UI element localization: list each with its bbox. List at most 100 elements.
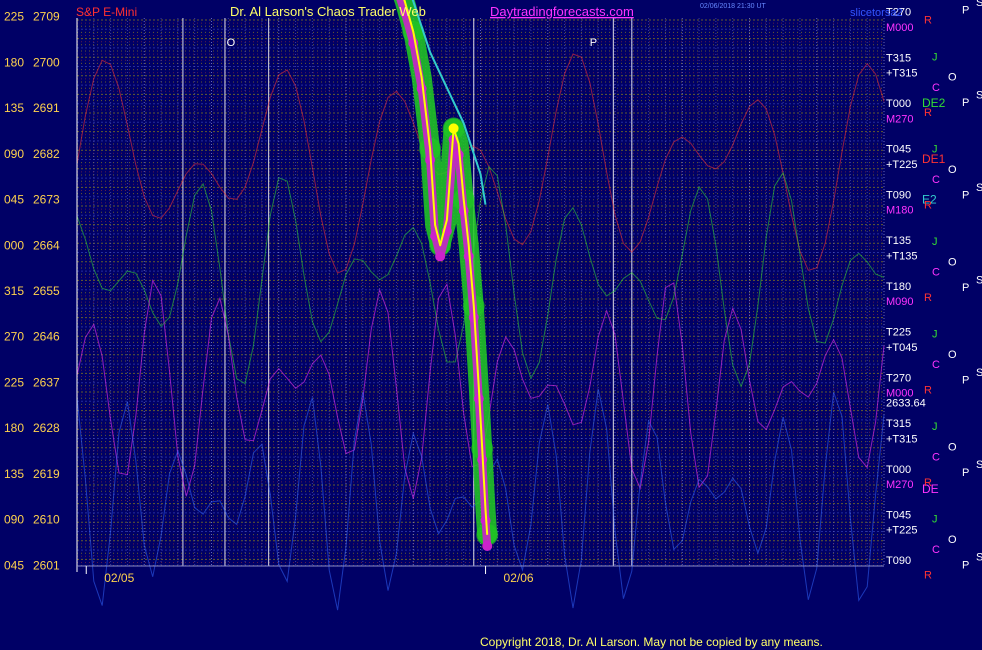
cycle-letter: P xyxy=(962,374,969,386)
right-level-label: T000 xyxy=(886,98,911,110)
y-tick-degree: 090 xyxy=(4,147,24,161)
right-level-label: M270 xyxy=(886,113,914,125)
y-tick-price: 2601 xyxy=(33,558,60,572)
cycle-letter: S xyxy=(976,459,982,471)
y-tick-price: 2619 xyxy=(33,467,60,481)
cycle-letter: P xyxy=(962,559,969,571)
chart-mark: O xyxy=(227,37,236,49)
update-timestamp: 02/06/2018 21:30 UT xyxy=(700,3,766,10)
cycle-letter: C xyxy=(932,0,940,1)
cycle-letter: C xyxy=(932,267,940,279)
right-level-label: +T225 xyxy=(886,159,918,171)
y-tick-price: 2646 xyxy=(33,330,60,344)
y-tick-price: 2610 xyxy=(33,513,60,527)
cycle-letter: O xyxy=(948,164,957,176)
cycle-letter: P xyxy=(962,467,969,479)
y-tick-price: 2682 xyxy=(33,147,60,161)
cycle-letter: O xyxy=(948,441,957,453)
cycle-letter: O xyxy=(948,257,957,269)
cycle-letter: O xyxy=(948,534,957,546)
cycle-letter: P xyxy=(962,189,969,201)
y-tick-degree: 225 xyxy=(4,10,24,24)
y-tick-price: 2655 xyxy=(33,284,60,298)
right-level-label: +T315 xyxy=(886,433,918,445)
cycle-letter: C xyxy=(932,174,940,186)
right-level-label: T045 xyxy=(886,510,911,522)
chart-tag: slicetorsa2 xyxy=(850,7,903,19)
price-pivot-dot xyxy=(448,123,459,134)
cycle-letter: R xyxy=(924,15,932,27)
cycle-letter: J xyxy=(932,421,938,433)
right-level-label: T225 xyxy=(886,327,911,339)
y-tick-degree: 180 xyxy=(4,55,24,69)
cycle-letter: O xyxy=(948,349,957,361)
cycle-letter: P xyxy=(962,97,969,109)
right-level-label: M000 xyxy=(886,22,914,34)
y-tick-degree: 090 xyxy=(4,513,24,527)
y-tick-price: 2673 xyxy=(33,193,60,207)
cycle-letter: S xyxy=(976,552,982,564)
cycle-letter: C xyxy=(932,82,940,94)
price-dot xyxy=(482,540,493,551)
right-level-label: T045 xyxy=(886,144,911,156)
right-level-label: T090 xyxy=(886,555,911,567)
cycle-letter: S xyxy=(976,89,982,101)
cycle-letter: J xyxy=(932,51,938,63)
cycle-letter: P xyxy=(962,5,969,17)
x-tick-label: 02/06 xyxy=(504,571,534,585)
site-link[interactable]: Daytradingforecasts.com xyxy=(490,4,634,19)
chart-header-title: Dr. Al Larson's Chaos Trader Web xyxy=(230,4,426,19)
cycle-letter: R xyxy=(924,569,932,581)
right-level-label: T315 xyxy=(886,52,911,64)
right-level-label: +T225 xyxy=(886,525,918,537)
right-level-label: T000 xyxy=(886,464,911,476)
chart-symbol: S&P E-Mini xyxy=(76,5,137,19)
y-tick-price: 2709 xyxy=(33,10,60,24)
cycle-letter: R xyxy=(924,477,932,489)
y-tick-degree: 045 xyxy=(4,558,24,572)
right-level-label: +T045 xyxy=(886,342,918,354)
right-level-label: T180 xyxy=(886,281,911,293)
y-tick-degree: 315 xyxy=(4,284,24,298)
y-tick-price: 2691 xyxy=(33,101,60,115)
y-tick-price: 2664 xyxy=(33,238,60,252)
cycle-letter: J xyxy=(932,144,938,156)
right-level-label: +T135 xyxy=(886,250,918,262)
cycle-letter: J xyxy=(932,329,938,341)
right-level-label: T270 xyxy=(886,372,911,384)
right-level-label: T090 xyxy=(886,189,911,201)
cycle-letter: R xyxy=(924,292,932,304)
right-level-label: +T315 xyxy=(886,68,918,80)
right-level-label: T315 xyxy=(886,418,911,430)
cycle-letter: S xyxy=(976,182,982,194)
cycle-letter: R xyxy=(924,200,932,212)
cycle-letter: O xyxy=(948,72,957,84)
x-tick-label: 02/05 xyxy=(104,571,134,585)
cycle-letter: S xyxy=(976,274,982,286)
cycle-letter: C xyxy=(932,359,940,371)
cycle-letter: R xyxy=(924,385,932,397)
cycle-letter: J xyxy=(932,236,938,248)
y-tick-price: 2637 xyxy=(33,375,60,389)
chaos-trader-chart: 1802772135276309027540452745000273631527… xyxy=(0,0,982,650)
copyright-notice: Copyright 2018, Dr. Al Larson. May not b… xyxy=(480,635,823,649)
y-tick-degree: 180 xyxy=(4,421,24,435)
cycle-letter: S xyxy=(976,0,982,9)
y-tick-degree: 270 xyxy=(4,330,24,344)
y-tick-degree: 135 xyxy=(4,467,24,481)
cycle-letter: R xyxy=(924,107,932,119)
y-tick-degree: 135 xyxy=(4,101,24,115)
cycle-letter: S xyxy=(976,367,982,379)
chart-mark: P xyxy=(590,37,597,49)
cycle-letter: C xyxy=(932,452,940,464)
right-level-label: M270 xyxy=(886,479,914,491)
price-dot xyxy=(435,251,446,262)
y-tick-price: 2700 xyxy=(33,55,60,69)
y-tick-degree: 045 xyxy=(4,193,24,207)
right-level-label: T135 xyxy=(886,235,911,247)
chart-background xyxy=(0,0,982,650)
y-tick-degree: 225 xyxy=(4,375,24,389)
cycle-letter: P xyxy=(962,282,969,294)
right-level-label: M180 xyxy=(886,205,914,217)
cycle-letter: J xyxy=(932,514,938,526)
